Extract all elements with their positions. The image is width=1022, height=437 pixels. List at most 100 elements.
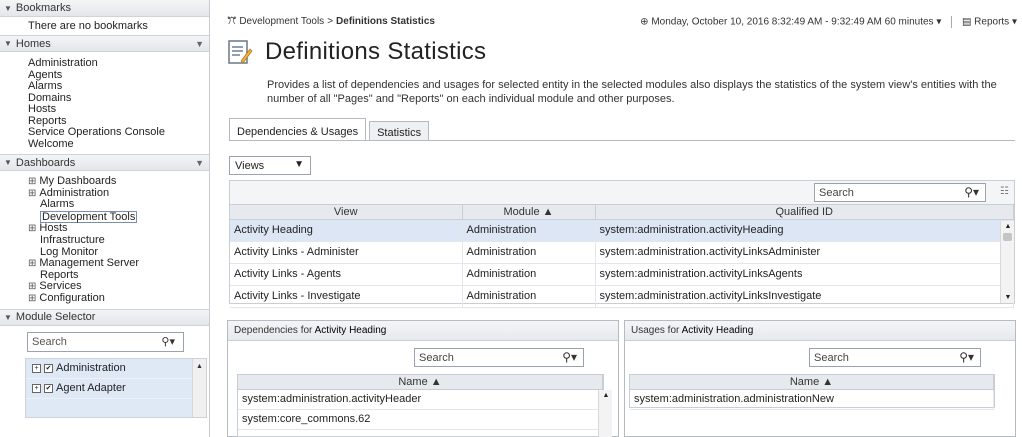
dashboards-tree: My Dashboards Administration Alarms Deve… <box>0 171 209 309</box>
views-table: View Module ▲ Qualified ID Activity Head… <box>230 205 1014 308</box>
module-item[interactable]: + ✔ Agent Adapter <box>26 379 206 399</box>
checkbox[interactable]: ✔ <box>44 363 53 373</box>
panel-title-prefix: Usages for <box>631 325 680 336</box>
cell-module: Administration <box>462 219 596 242</box>
cell-name: system:core_commons.62 <box>238 409 603 430</box>
cell-name: system:administration.activityHeader <box>238 389 603 410</box>
panel-entity: Activity Heading <box>314 325 387 336</box>
bookmarks-header[interactable]: ▼ Bookmarks <box>0 0 209 17</box>
reports-menu[interactable]: ▤ Reports ▾ <box>962 17 1017 28</box>
table-row[interactable]: Activity Links - Investigate Administrat… <box>230 285 1014 308</box>
scroll-up-icon[interactable]: ▲ <box>1001 223 1015 230</box>
cell-view: Activity Links - Investigate <box>230 285 463 308</box>
cell-qualified-id: system:administration.activityHeading <box>595 219 1014 242</box>
tree-item[interactable]: My Dashboards <box>28 175 209 188</box>
cell-module: Administration <box>462 285 596 308</box>
dependencies-search-input[interactable]: Search ⚲▾ <box>414 348 584 367</box>
search-icon[interactable]: ⚲▾ <box>562 350 577 364</box>
module-selector-title: Module Selector <box>15 311 96 324</box>
module-selector-header[interactable]: ▼ Module Selector <box>0 308 209 326</box>
scroll-down-icon[interactable]: ▼ <box>1001 294 1015 301</box>
search-placeholder: Search <box>819 186 854 199</box>
homes-header[interactable]: ▼ Homes ▼ <box>0 35 209 52</box>
table-row[interactable]: system:administration.administrationNew <box>630 389 994 410</box>
usages-search-input[interactable]: Search ⚲▾ <box>809 348 981 367</box>
module-item[interactable]: + ✔ Administration <box>26 359 206 379</box>
title-row: Definitions Statistics <box>227 34 486 70</box>
usages-grid: Name ▲ system:administration.administrat… <box>629 374 995 410</box>
tree-item[interactable]: Configuration <box>28 292 209 305</box>
column-header-qualified-id[interactable]: Qualified ID <box>595 205 1014 220</box>
table-row[interactable]: system:core_commons.62 <box>238 409 603 430</box>
document-edit-icon <box>228 40 253 64</box>
bookmarks-title: Bookmarks <box>15 2 71 14</box>
grid-toolbar: Search ⚲▾ ☷ <box>230 181 1014 205</box>
column-header-name[interactable]: Name ▲ <box>238 375 603 390</box>
dependencies-table: Name ▲ system:administration.activityHea… <box>238 375 603 430</box>
reports-label: Reports <box>974 16 1010 28</box>
time-range-selector[interactable]: ⊕ Monday, October 10, 2016 8:32:49 AM - … <box>640 17 944 28</box>
breadcrumb-icon: ꔫ <box>227 16 237 27</box>
tab-bar: Dependencies & Usages Statistics <box>229 118 432 141</box>
breadcrumb-current: Definitions Statistics <box>336 16 435 27</box>
table-row[interactable]: Activity Links - Agents Administration s… <box>230 263 1014 286</box>
module-search-input[interactable]: Search ⚲▾ <box>27 331 184 352</box>
search-icon[interactable]: ⚲▾ <box>959 350 974 364</box>
scrollbar-thumb[interactable] <box>1003 233 1012 241</box>
homes-title: Homes <box>15 37 51 50</box>
usages-panel: Usages for Activity Heading Search ⚲▾ Na… <box>624 320 1016 437</box>
column-header-name[interactable]: Name ▲ <box>630 375 994 390</box>
report-icon: ▤ <box>961 16 972 28</box>
panel-title-prefix: Dependencies for <box>234 325 313 336</box>
cell-qualified-id: system:administration.activityLinksAgent… <box>595 263 1014 286</box>
search-icon[interactable]: ⚲▾ <box>964 185 979 199</box>
search-placeholder: Search <box>419 351 454 364</box>
scroll-up-icon[interactable]: ▲ <box>599 392 613 399</box>
tree-item-selected[interactable]: Development Tools <box>40 210 138 223</box>
main-content: ꔫ Development Tools > Definitions Statisti… <box>211 0 1022 437</box>
cell-view: Activity Links - Administer <box>230 241 463 264</box>
top-bar: ꔫ Development Tools > Definitions Statisti… <box>227 16 1017 30</box>
dashboards-header[interactable]: ▼ Dashboards ▼ <box>0 154 209 171</box>
home-item[interactable]: Welcome <box>28 138 209 151</box>
cell-name: system:administration.administrationNew <box>630 389 994 410</box>
breadcrumb: ꔫ Development Tools > Definitions Statisti… <box>227 16 435 27</box>
tab-dependencies-usages[interactable]: Dependencies & Usages <box>229 118 367 141</box>
breadcrumb-parent[interactable]: Development Tools <box>239 16 324 27</box>
dependencies-scrollbar[interactable]: ▲ <box>598 390 612 437</box>
grid-search-input[interactable]: Search ⚲▾ <box>814 183 986 202</box>
tab-statistics[interactable]: Statistics <box>369 121 430 141</box>
collapse-icon: ▼ <box>4 3 12 13</box>
column-header-view[interactable]: View <box>230 205 463 220</box>
home-item[interactable]: Alarms <box>28 80 209 93</box>
cell-view: Activity Links - Agents <box>230 263 463 286</box>
tree-item[interactable]: Management Server <box>28 258 209 270</box>
column-menu-icon[interactable]: ☷ <box>1000 186 1009 197</box>
table-row[interactable]: system:administration.activityHeader <box>238 389 603 410</box>
homes-list: Administration Agents Alarms Domains Hos… <box>0 52 209 154</box>
views-dropdown[interactable]: Views ▼ <box>229 156 311 175</box>
home-item[interactable]: Administration <box>28 57 209 70</box>
expand-icon[interactable]: + <box>32 383 41 393</box>
dropdown-arrow-icon: ▼ <box>294 159 304 170</box>
tree-item[interactable]: Alarms <box>28 199 209 211</box>
grid-scrollbar[interactable]: ▲ ▼ <box>1000 221 1014 303</box>
page-title: Definitions Statistics <box>265 38 487 65</box>
module-label: Administration <box>56 362 126 375</box>
usages-panel-header: Usages for Activity Heading <box>625 321 1015 341</box>
column-header-module[interactable]: Module ▲ <box>462 205 596 220</box>
clock-icon: ⊕ <box>640 16 649 28</box>
filter-icon[interactable]: ▼ <box>195 39 204 49</box>
filter-icon[interactable]: ▼ <box>195 158 204 168</box>
checkbox[interactable]: ✔ <box>44 383 53 393</box>
home-item[interactable]: Service Operations Console <box>28 126 209 139</box>
scrollbar[interactable]: ▲ <box>192 358 206 417</box>
expand-icon[interactable]: + <box>32 363 41 373</box>
table-row[interactable]: Activity Heading Administration system:a… <box>230 219 1014 242</box>
home-item[interactable]: Hosts <box>28 103 209 116</box>
panel-entity: Activity Heading <box>681 325 754 336</box>
cell-qualified-id: system:administration.activityLinksInves… <box>595 285 1014 308</box>
table-row[interactable]: Activity Links - Administer Administrati… <box>230 241 1014 264</box>
tree-item[interactable]: Infrastructure <box>28 234 209 247</box>
search-icon[interactable]: ⚲▾ <box>161 335 175 348</box>
